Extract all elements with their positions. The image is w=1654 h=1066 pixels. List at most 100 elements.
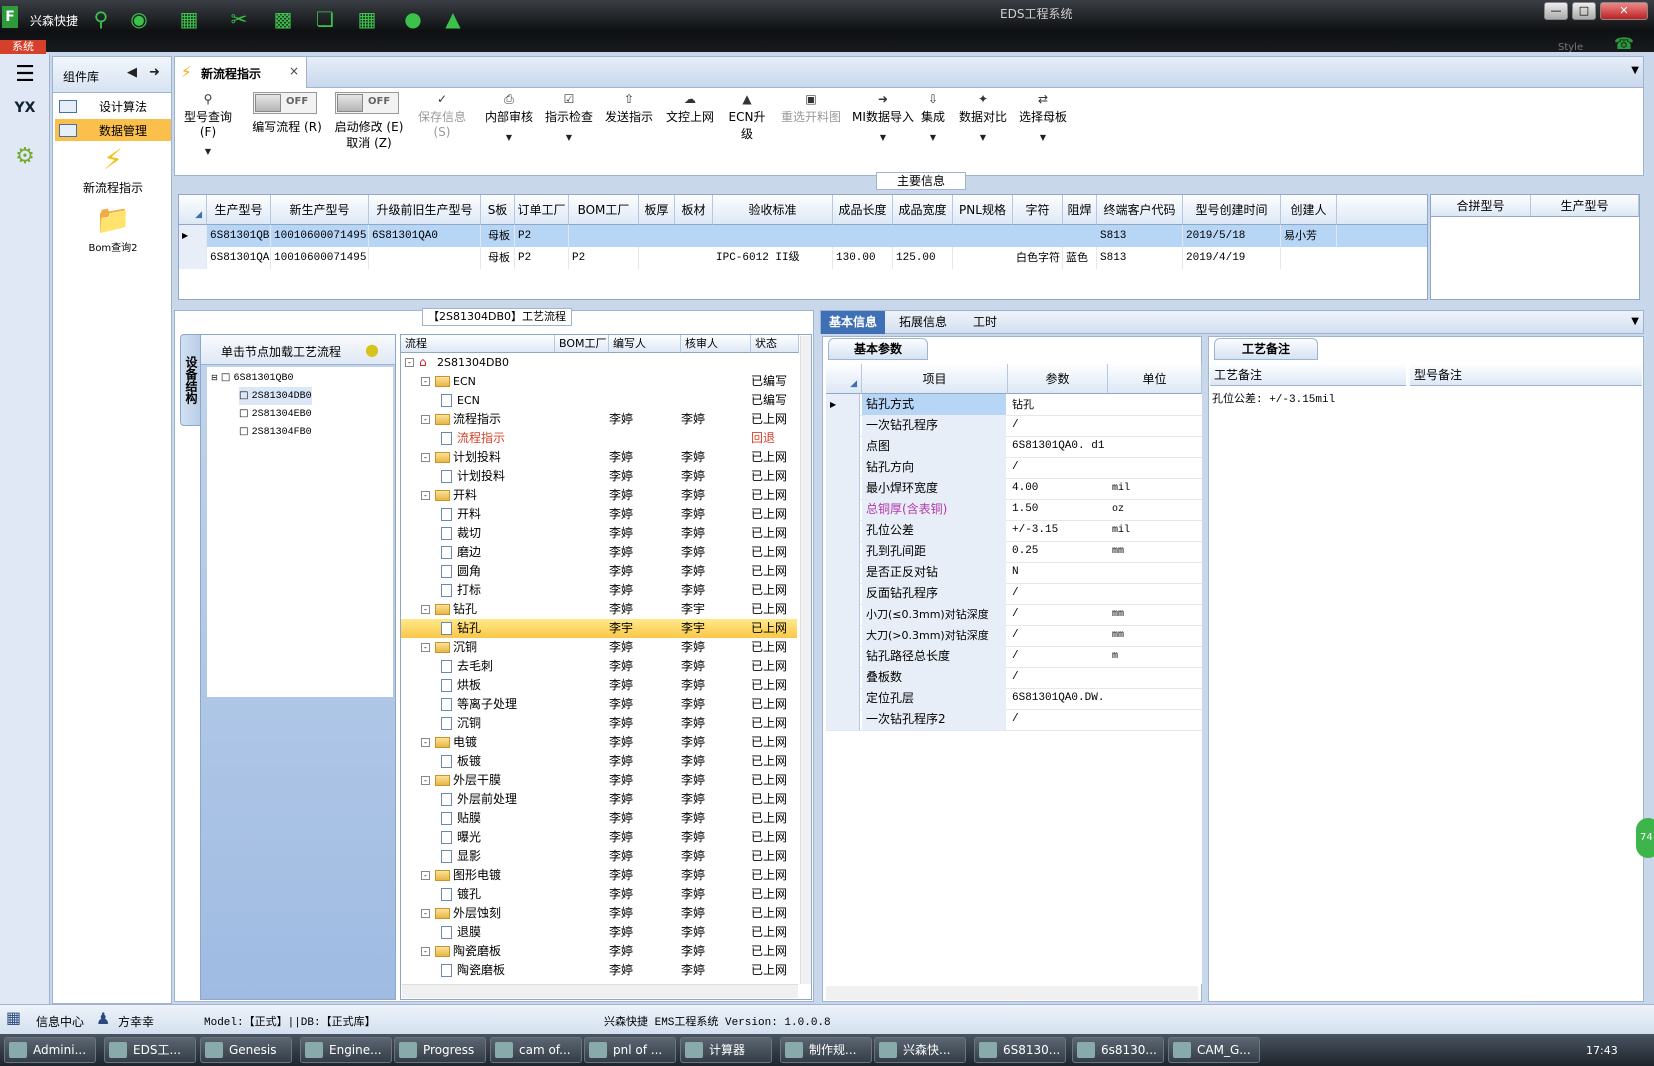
collapse-icon[interactable]: -	[421, 491, 430, 500]
vertical-scrollbar[interactable]	[800, 336, 811, 984]
process-tree-row[interactable]: 圆角 李婷 李婷 已上网	[401, 562, 797, 581]
equipment-structure-tab[interactable]: 设备结构	[180, 334, 202, 426]
column-header[interactable]: 流程	[401, 335, 555, 353]
tree-node[interactable]: ⊟ □ 6S81301QB0	[211, 369, 294, 387]
copy-icon[interactable]: ❏	[312, 6, 338, 32]
floating-widget[interactable]: 74	[1636, 818, 1654, 858]
style-label[interactable]: Style	[1558, 42, 1583, 53]
param-value[interactable]: +/-3.15	[1008, 520, 1106, 541]
column-header[interactable]: 型号备注	[1410, 364, 1642, 386]
tree-node[interactable]: □ 2S81304FB0	[239, 423, 312, 441]
param-row[interactable]: 孔位公差 +/-3.15 mil	[826, 520, 1202, 542]
param-value[interactable]: 1.50	[1008, 499, 1106, 520]
param-value[interactable]: 钻孔	[1008, 394, 1106, 415]
process-tree-row[interactable]: 曝光 李婷 李婷 已上网	[401, 828, 797, 847]
param-row[interactable]: 孔到孔间距 0.25 mm	[826, 541, 1202, 563]
row-header[interactable]	[826, 457, 860, 478]
table-cell[interactable]: 母板	[481, 225, 515, 247]
process-tree-row[interactable]: 镀孔 李婷 李婷 已上网	[401, 885, 797, 904]
row-header[interactable]	[826, 499, 860, 520]
taskbar-item[interactable]: Progress	[394, 1037, 486, 1063]
grid-corner[interactable]: ◢	[179, 195, 207, 225]
table-cell[interactable]: IPC-6012 II级	[713, 247, 833, 269]
collapse-icon[interactable]: -	[405, 358, 414, 367]
taskbar-item[interactable]: 制作规...	[780, 1037, 872, 1063]
process-tree-row[interactable]: - 沉铜 李婷 李婷 已上网	[401, 638, 797, 657]
tab-work-hours[interactable]: 工时	[965, 311, 1005, 334]
collapse-icon[interactable]: -	[421, 415, 430, 424]
instruction-check-button[interactable]: ☑ 指示检查 ▼	[543, 92, 595, 142]
row-header[interactable]	[826, 520, 860, 541]
maximize-button[interactable]: □	[1572, 2, 1596, 20]
process-tree-row[interactable]: - 外层干膜 李婷 李婷 已上网	[401, 771, 797, 790]
param-value[interactable]: N	[1008, 562, 1106, 583]
column-header[interactable]: 阻焊	[1063, 195, 1097, 225]
column-header[interactable]: 升级前旧生产型号	[369, 195, 481, 225]
param-row[interactable]: 定位孔层6S81301QA0.DW...	[826, 688, 1202, 710]
table-cell[interactable]: 6S81301QA0	[369, 225, 481, 247]
param-row[interactable]: 一次钻孔程序2/	[826, 709, 1202, 731]
windows-grid-icon[interactable]: ▦	[6, 1008, 21, 1027]
process-tree-row[interactable]: - 流程指示 李婷 李婷 已上网	[401, 410, 797, 429]
param-value[interactable]: /	[1008, 646, 1106, 667]
table-cell[interactable]	[369, 247, 481, 269]
column-header[interactable]: 参数	[1008, 364, 1108, 394]
param-value[interactable]: 4.00	[1008, 478, 1106, 499]
integrate-button[interactable]: ⇩ 集成 ▼	[919, 92, 947, 142]
column-header[interactable]: BOM工厂	[555, 335, 609, 353]
film-icon[interactable]: ▩	[270, 6, 296, 32]
process-tree-row[interactable]: - 图形电镀 李婷 李婷 已上网	[401, 866, 797, 885]
taskbar-item[interactable]: cam of...	[490, 1037, 582, 1063]
search-icon[interactable]: ⚲	[88, 6, 114, 32]
table-cell[interactable]: 2019/4/19	[1183, 247, 1281, 269]
column-header[interactable]: PNL规格	[953, 195, 1013, 225]
row-header[interactable]	[826, 478, 860, 499]
user-icon[interactable]: ●	[400, 6, 426, 32]
column-header[interactable]: 状态	[751, 335, 799, 353]
collapse-icon[interactable]: -	[421, 947, 430, 956]
tree-node[interactable]: □ 2S81304EB0	[239, 405, 312, 423]
process-tree-row[interactable]: 钻孔 李宇 李宇 已上网	[401, 619, 797, 638]
chart-icon[interactable]: ▲	[440, 6, 466, 32]
globe-icon[interactable]: ◉	[126, 6, 152, 32]
collapse-icon[interactable]: -	[421, 605, 430, 614]
process-tree-row[interactable]: 裁切 李婷 李婷 已上网	[401, 524, 797, 543]
process-tree-row[interactable]: - ⌂ 2S81304DB0	[401, 353, 797, 372]
login-icon[interactable]: ➜	[149, 65, 160, 80]
process-tree-row[interactable]: - 计划投料 李婷 李婷 已上网	[401, 448, 797, 467]
table-cell[interactable]: 母板	[481, 247, 515, 269]
process-tree-row[interactable]: - ECN 已编写	[401, 372, 797, 391]
complib-item-data-management[interactable]: 数据管理	[55, 119, 171, 141]
param-row[interactable]: ▶ 钻孔方式 钻孔	[826, 394, 1202, 416]
menu-icon[interactable]: ☰	[8, 62, 42, 87]
param-row[interactable]: 钻孔方向 /	[826, 457, 1202, 479]
process-tree-row[interactable]: 沉铜 李婷 李婷 已上网	[401, 714, 797, 733]
minimize-button[interactable]: —	[1544, 2, 1568, 20]
process-tree-row[interactable]: - 陶瓷磨板 李婷 李婷 已上网	[401, 942, 797, 961]
row-header[interactable]	[826, 436, 860, 457]
column-header[interactable]: 项目	[862, 364, 1008, 394]
grid-corner[interactable]: ◢	[826, 364, 862, 394]
column-header[interactable]: 编写人	[609, 335, 681, 353]
table-cell[interactable]: S813	[1097, 247, 1183, 269]
process-tree-row[interactable]: 磨边 李婷 李婷 已上网	[401, 543, 797, 562]
table-icon[interactable]: ▦	[176, 6, 202, 32]
select-master-board-button[interactable]: ⇄ 选择母板 ▼	[1017, 92, 1069, 142]
taskbar-item[interactable]: 6s8130...	[1072, 1037, 1164, 1063]
complib-item-design-algorithm[interactable]: 设计算法	[55, 95, 171, 117]
grid-icon[interactable]: ▦	[354, 6, 380, 32]
tree-node-selected[interactable]: □ 2S81304DB0	[239, 387, 312, 405]
column-header[interactable]: 合拼型号	[1431, 195, 1531, 217]
reselect-cut-diagram-button[interactable]: ▣ 重选开料图	[779, 92, 843, 125]
tools-icon[interactable]: ⚙	[8, 144, 42, 169]
column-header[interactable]: 生产型号	[207, 195, 271, 225]
param-row[interactable]: 是否正反对钻 N	[826, 562, 1202, 584]
row-header[interactable]	[826, 625, 860, 646]
param-value[interactable]: /	[1008, 625, 1106, 646]
table-cell[interactable]: S813	[1097, 225, 1183, 247]
column-header[interactable]: 成品长度	[833, 195, 893, 225]
save-info-button[interactable]: ✓ 保存信息 (S)	[409, 92, 475, 139]
collapse-icon[interactable]: -	[421, 871, 430, 880]
tab-new-process-instruction[interactable]: ⚡ 新流程指示 ×	[175, 57, 307, 88]
process-tree-row[interactable]: 去毛刺 李婷 李婷 已上网	[401, 657, 797, 676]
